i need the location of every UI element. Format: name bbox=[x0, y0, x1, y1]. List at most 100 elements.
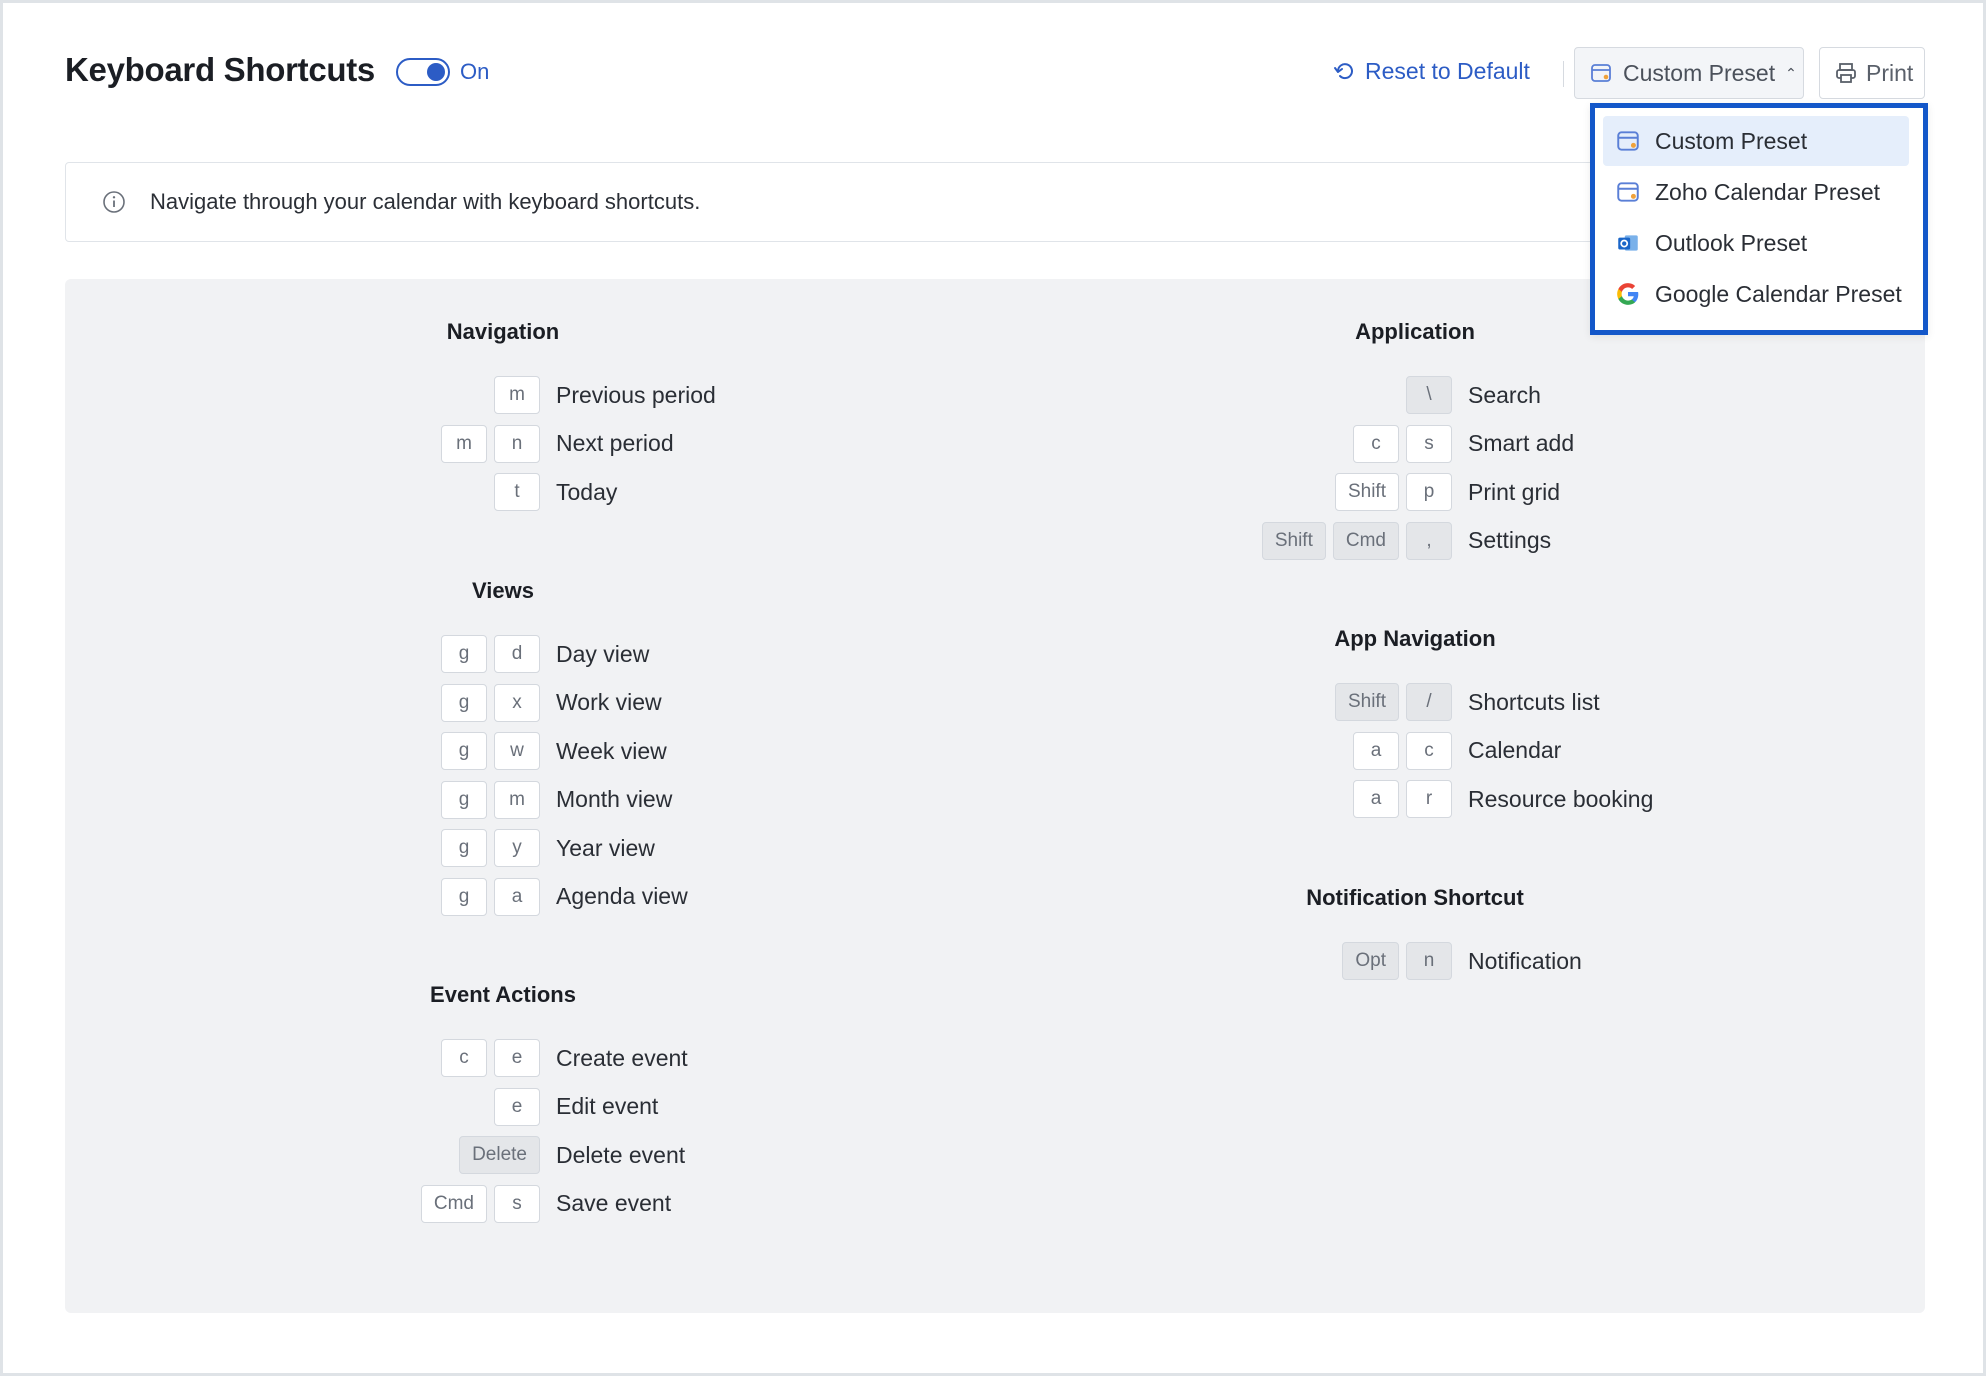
key-cap: n bbox=[1406, 942, 1452, 980]
shortcut-keys: \ bbox=[1406, 376, 1452, 414]
key-cap: c bbox=[1406, 731, 1452, 770]
printer-icon bbox=[1836, 63, 1856, 83]
shortcut-keys: dg bbox=[441, 635, 540, 673]
toggle-switch[interactable] bbox=[396, 58, 450, 86]
key-cap: a bbox=[494, 877, 540, 916]
shortcut-label: Notification bbox=[1468, 947, 1582, 974]
shortcut-label: Save event bbox=[556, 1190, 672, 1216]
section-title-application: Application bbox=[1355, 319, 1475, 344]
shortcut-row: a g Agenda view bbox=[65, 877, 688, 918]
shortcut-row: c a Calendar bbox=[65, 731, 1561, 772]
shortcut-row: e Edit event bbox=[65, 1087, 658, 1128]
key-cap: , bbox=[1406, 521, 1452, 560]
shortcut-row: s Cmd Save event bbox=[65, 1184, 671, 1225]
shortcut-keys: e bbox=[494, 1087, 540, 1126]
shortcut-keys: yg bbox=[441, 829, 540, 867]
shortcut-row: Delete Delete event bbox=[65, 1136, 685, 1176]
keyboard-shortcuts-page: Keyboard Shortcuts On Reset to Default C… bbox=[3, 3, 1983, 1373]
section-title-app-navigation: App Navigation bbox=[1334, 626, 1496, 651]
key-cap: Cmd bbox=[1332, 521, 1399, 560]
shortcut-keys: , Cmd Shift bbox=[1261, 521, 1452, 560]
section-title-event-actions: Event Actions bbox=[430, 982, 576, 1007]
shortcut-keys: p Shift bbox=[1334, 473, 1452, 511]
key-cap: a bbox=[1353, 731, 1399, 770]
key-cap: / bbox=[1406, 683, 1452, 721]
shortcut-keys: ec bbox=[441, 1039, 540, 1077]
reset-label: Reset to Default bbox=[1365, 58, 1530, 84]
shortcut-row: e c Create event bbox=[65, 1039, 688, 1079]
dropdown-item-zoho-calendar-preset[interactable]: Zoho Calendar Preset bbox=[1603, 167, 1909, 217]
shortcut-label: Search bbox=[1468, 381, 1541, 408]
shortcut-row: y g Year view bbox=[65, 829, 655, 869]
dropdown-item-label: Custom Preset bbox=[1655, 127, 1808, 154]
custom-preset-icon bbox=[1591, 64, 1611, 82]
shortcut-row: d g Day view bbox=[65, 635, 649, 675]
shortcut-label: Day view bbox=[556, 640, 650, 667]
section-title-views: Views bbox=[472, 578, 534, 603]
shortcuts-toggle[interactable]: On bbox=[396, 58, 489, 86]
shortcut-label: Resource booking bbox=[1468, 785, 1654, 812]
info-icon bbox=[103, 191, 125, 213]
key-cap: Opt bbox=[1342, 942, 1399, 980]
info-text: Navigate through your calendar with keyb… bbox=[150, 189, 701, 214]
shortcut-keys: Delete bbox=[459, 1136, 540, 1174]
shortcut-row: n Opt Notification bbox=[65, 942, 1582, 982]
outlook-icon bbox=[1618, 235, 1638, 251]
shortcut-keys: ag bbox=[441, 877, 540, 916]
reset-icon bbox=[1334, 62, 1353, 79]
key-cap: g bbox=[441, 635, 487, 673]
shortcut-row: \ Search bbox=[65, 376, 1541, 416]
dropdown-item-label: Zoho Calendar Preset bbox=[1655, 178, 1881, 205]
key-cap: e bbox=[494, 1039, 540, 1077]
shortcut-keys: n Opt bbox=[1342, 942, 1452, 980]
preset-label: Custom Preset bbox=[1623, 59, 1776, 86]
shortcut-label: Smart add bbox=[1468, 430, 1575, 456]
dropdown-item-label: Google Calendar Preset bbox=[1655, 280, 1902, 307]
shortcut-label: Shortcuts list bbox=[1468, 688, 1600, 715]
key-cap: \ bbox=[1406, 376, 1452, 414]
key-cap: s bbox=[494, 1184, 540, 1223]
dropdown-item-label: Outlook Preset bbox=[1655, 229, 1808, 256]
dropdown-item-custom-preset[interactable]: Custom Preset bbox=[1603, 116, 1909, 166]
shortcut-row: p Shift Print grid bbox=[65, 473, 1560, 513]
section-title-notification: Notification Shortcut bbox=[1306, 885, 1524, 910]
shortcuts-panel: Navigation m Previous period n m Next period t… bbox=[65, 279, 1925, 1313]
shortcut-label: Agenda view bbox=[556, 883, 688, 909]
divider bbox=[1563, 61, 1564, 87]
page-title: Keyboard Shortcuts bbox=[65, 51, 375, 88]
shortcut-row: , Cmd Shift Settings bbox=[65, 521, 1551, 562]
key-cap: Shift bbox=[1334, 683, 1399, 721]
shortcut-row: / Shift Shortcuts list bbox=[65, 683, 1600, 723]
shortcut-label: Create event bbox=[556, 1044, 688, 1071]
key-cap: c bbox=[441, 1039, 487, 1077]
key-cap: r bbox=[1406, 780, 1452, 818]
preset-select-button[interactable]: Custom Preset ⌃ bbox=[1574, 47, 1804, 99]
shortcut-label: Print grid bbox=[1468, 478, 1561, 505]
toggle-knob bbox=[427, 63, 445, 81]
reset-to-default-button[interactable]: Reset to Default bbox=[1333, 58, 1530, 85]
key-cap: e bbox=[494, 1087, 540, 1126]
key-cap: p bbox=[1406, 473, 1452, 511]
shortcut-keys: / Shift bbox=[1334, 683, 1452, 721]
section-title-navigation: Navigation bbox=[446, 319, 560, 344]
shortcut-keys: ra bbox=[1353, 780, 1452, 818]
shortcut-label: Calendar bbox=[1468, 737, 1562, 763]
zoho-calendar-icon bbox=[1617, 182, 1639, 202]
key-cap: Delete bbox=[459, 1136, 540, 1174]
preset-dropdown-menu: Custom Preset Zoho Calendar Preset Outlo… bbox=[1590, 103, 1928, 335]
key-cap: Cmd bbox=[420, 1184, 487, 1223]
key-cap: g bbox=[441, 877, 487, 916]
dropdown-item-google-calendar-preset[interactable]: Google Calendar Preset bbox=[1603, 269, 1909, 319]
shortcut-label: Year view bbox=[556, 834, 655, 861]
chevron-up-icon: ⌃ bbox=[1785, 64, 1797, 81]
dropdown-item-outlook-preset[interactable]: Outlook Preset bbox=[1603, 218, 1909, 268]
key-cap: y bbox=[494, 829, 540, 867]
key-cap: g bbox=[441, 829, 487, 867]
toggle-label: On bbox=[460, 59, 490, 84]
key-cap: a bbox=[1353, 780, 1399, 818]
shortcut-label: Settings bbox=[1468, 527, 1552, 553]
print-button[interactable]: Print bbox=[1819, 47, 1925, 99]
key-cap: Shift bbox=[1334, 473, 1399, 511]
shortcut-row: s c Smart add bbox=[65, 424, 1574, 465]
custom-preset-icon bbox=[1617, 131, 1639, 151]
